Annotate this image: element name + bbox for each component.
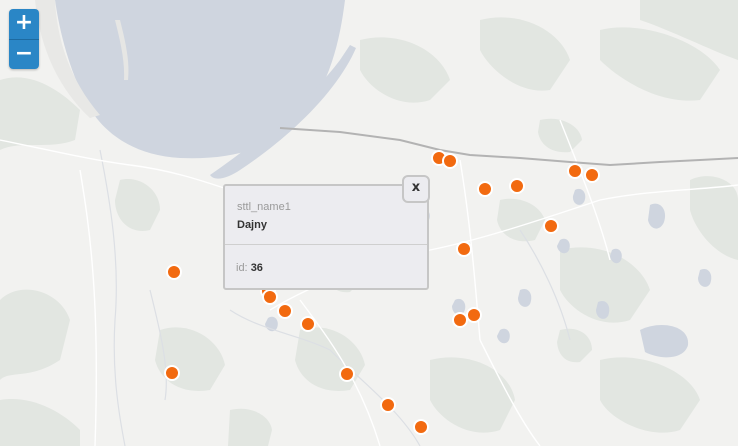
point-marker[interactable] — [477, 181, 493, 197]
point-marker[interactable] — [380, 397, 396, 413]
point-marker[interactable] — [166, 264, 182, 280]
point-marker[interactable] — [164, 365, 180, 381]
point-marker[interactable] — [456, 241, 472, 257]
zoom-in-button[interactable]: + — [9, 9, 39, 39]
point-marker[interactable] — [300, 316, 316, 332]
plus-icon: + — [14, 10, 34, 35]
point-marker[interactable] — [262, 289, 278, 305]
point-marker[interactable] — [339, 366, 355, 382]
point-marker[interactable] — [452, 312, 468, 328]
popup-id-label: id: — [236, 262, 248, 274]
point-marker[interactable] — [277, 303, 293, 319]
minus-icon: − — [14, 41, 34, 66]
feature-popup: x sttl_name1 Dajny id: 36 — [223, 175, 430, 290]
point-marker[interactable] — [442, 153, 458, 169]
popup-id-value: 36 — [250, 262, 263, 274]
zoom-control: + − — [9, 9, 39, 69]
popup-field-label: sttl_name1 — [237, 201, 291, 213]
point-marker[interactable] — [543, 218, 559, 234]
point-marker[interactable] — [567, 163, 583, 179]
popup-field-value: Dajny — [237, 219, 267, 231]
zoom-out-button[interactable]: − — [9, 39, 39, 69]
point-marker[interactable] — [466, 307, 482, 323]
popup-id-row: id: 36 — [236, 262, 263, 274]
point-marker[interactable] — [584, 167, 600, 183]
point-marker[interactable] — [413, 419, 429, 435]
popup-close-button[interactable]: x — [402, 175, 430, 203]
popup-divider — [225, 244, 427, 245]
point-marker[interactable] — [509, 178, 525, 194]
